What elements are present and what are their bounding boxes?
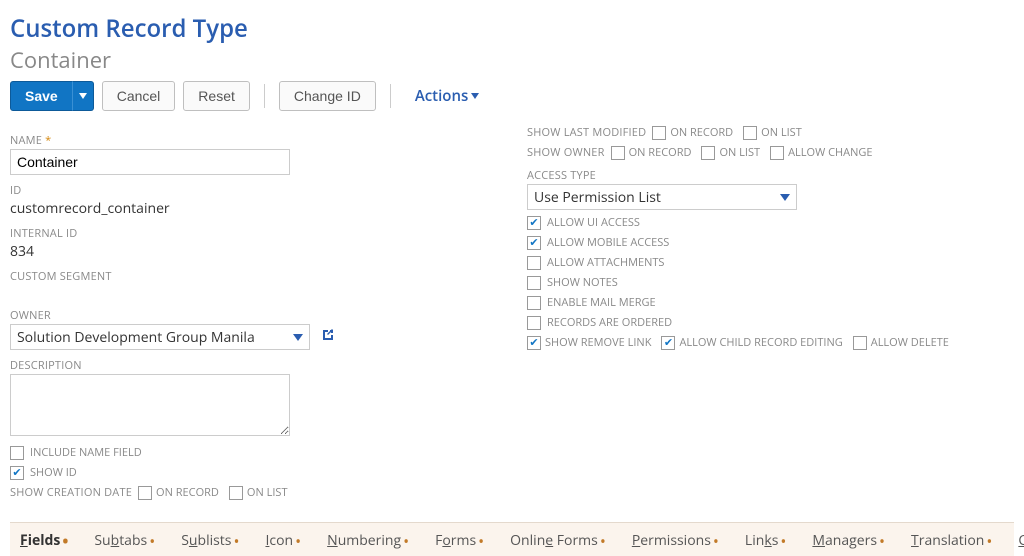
- owner-allow-change-label: ALLOW CHANGE: [788, 145, 872, 160]
- enable-mail-merge-label: ENABLE MAIL MERGE: [547, 295, 656, 310]
- allow-child-record-editing-checkbox[interactable]: [661, 336, 675, 350]
- owner-on-list-label: ON LIST: [719, 145, 760, 160]
- show-notes-checkbox[interactable]: [527, 276, 541, 290]
- tabs-bar: Fields• Subtabs• Sublists• Icon• Numberi…: [10, 522, 1014, 556]
- creation-on-list-label: ON LIST: [247, 485, 288, 500]
- show-id-label: SHOW ID: [30, 465, 77, 480]
- chevron-down-icon: [293, 334, 303, 341]
- form-area: NAME ID customrecord_container INTERNAL …: [10, 125, 1014, 500]
- show-owner-label: SHOW OWNER: [527, 145, 605, 160]
- description-input[interactable]: [10, 374, 290, 436]
- allow-delete-checkbox[interactable]: [853, 336, 867, 350]
- allow-mobile-access-checkbox[interactable]: [527, 236, 541, 250]
- tab-links[interactable]: Links•: [745, 531, 786, 550]
- actions-label: Actions: [415, 86, 468, 106]
- allow-attachments-label: ALLOW ATTACHMENTS: [547, 255, 664, 270]
- access-type-select[interactable]: Use Permission List: [527, 184, 797, 210]
- id-label: ID: [10, 183, 497, 198]
- chevron-down-icon: [780, 194, 790, 201]
- tab-fields[interactable]: Fields•: [20, 531, 68, 550]
- reset-button[interactable]: Reset: [183, 81, 250, 111]
- chevron-down-icon: [471, 93, 479, 99]
- owner-select[interactable]: Solution Development Group Manila: [10, 324, 310, 350]
- tab-subtabs[interactable]: Subtabs•: [94, 531, 155, 550]
- id-value: customrecord_container: [10, 199, 497, 218]
- show-remove-link-label: SHOW REMOVE LINK: [545, 335, 651, 350]
- save-button[interactable]: Save: [10, 81, 73, 111]
- allow-child-record-editing-label: ALLOW CHILD RECORD EDITING: [679, 335, 842, 350]
- records-are-ordered-label: RECORDS ARE ORDERED: [547, 315, 672, 330]
- save-dropdown-button[interactable]: [72, 81, 94, 111]
- allow-mobile-access-label: ALLOW MOBILE ACCESS: [547, 235, 669, 250]
- access-type-label: ACCESS TYPE: [527, 168, 1014, 183]
- show-creation-date-label: SHOW CREATION DATE: [10, 485, 132, 500]
- actions-menu[interactable]: Actions: [415, 86, 479, 106]
- name-label: NAME: [10, 133, 497, 148]
- allow-attachments-checkbox[interactable]: [527, 256, 541, 270]
- show-id-checkbox[interactable]: [10, 466, 24, 480]
- tab-online-forms[interactable]: Online Forms•: [510, 531, 606, 550]
- enable-mail-merge-checkbox[interactable]: [527, 296, 541, 310]
- change-id-button[interactable]: Change ID: [279, 81, 376, 111]
- include-name-field-label: INCLUDE NAME FIELD: [30, 445, 142, 460]
- tab-managers[interactable]: Managers•: [812, 531, 885, 550]
- owner-value: Solution Development Group Manila: [17, 328, 255, 347]
- tab-numbering[interactable]: Numbering•: [327, 531, 409, 550]
- owner-on-record-label: ON RECORD: [629, 145, 692, 160]
- description-label: DESCRIPTION: [10, 358, 497, 373]
- creation-on-list-checkbox[interactable]: [229, 486, 243, 500]
- chevron-down-icon: [79, 93, 87, 99]
- creation-on-record-label: ON RECORD: [156, 485, 219, 500]
- lastmod-on-record-checkbox[interactable]: [652, 126, 666, 140]
- left-column: NAME ID customrecord_container INTERNAL …: [10, 125, 497, 500]
- internal-id-label: INTERNAL ID: [10, 226, 497, 241]
- show-last-modified-label: SHOW LAST MODIFIED: [527, 125, 646, 140]
- right-column: SHOW LAST MODIFIED ON RECORD ON LIST SHO…: [527, 125, 1014, 500]
- toolbar-separator: [390, 84, 391, 108]
- owner-on-record-checkbox[interactable]: [611, 146, 625, 160]
- show-notes-label: SHOW NOTES: [547, 275, 618, 290]
- owner-on-list-checkbox[interactable]: [701, 146, 715, 160]
- lastmod-on-list-checkbox[interactable]: [743, 126, 757, 140]
- owner-label: OWNER: [10, 308, 497, 323]
- tab-forms[interactable]: Forms•: [435, 531, 484, 550]
- access-type-value: Use Permission List: [534, 188, 661, 207]
- owner-allow-change-checkbox[interactable]: [770, 146, 784, 160]
- page-subtitle: Container: [10, 45, 1014, 75]
- owner-open-icon[interactable]: [320, 327, 336, 347]
- name-input[interactable]: [10, 149, 290, 175]
- toolbar: Save Cancel Reset Change ID Actions: [10, 81, 1014, 111]
- allow-ui-access-label: ALLOW UI ACCESS: [547, 215, 640, 230]
- tab-sublists[interactable]: Sublists•: [181, 531, 239, 550]
- allow-ui-access-checkbox[interactable]: [527, 216, 541, 230]
- tab-permissions[interactable]: Permissions•: [632, 531, 719, 550]
- include-name-field-checkbox[interactable]: [10, 446, 24, 460]
- toolbar-separator: [264, 84, 265, 108]
- tab-icon[interactable]: Icon•: [265, 531, 301, 550]
- internal-id-value: 834: [10, 242, 497, 261]
- creation-on-record-checkbox[interactable]: [138, 486, 152, 500]
- custom-segment-label: CUSTOM SEGMENT: [10, 269, 497, 284]
- show-remove-link-checkbox[interactable]: [527, 336, 541, 350]
- page-title: Custom Record Type: [10, 12, 1014, 45]
- open-in-new-icon: [320, 327, 336, 343]
- tab-child-records[interactable]: Child Records•: [1018, 531, 1024, 550]
- lastmod-on-list-label: ON LIST: [761, 125, 802, 140]
- lastmod-on-record-label: ON RECORD: [670, 125, 733, 140]
- cancel-button[interactable]: Cancel: [102, 81, 176, 111]
- tab-translation[interactable]: Translation•: [911, 531, 992, 550]
- records-are-ordered-checkbox[interactable]: [527, 316, 541, 330]
- allow-delete-label: ALLOW DELETE: [871, 335, 949, 350]
